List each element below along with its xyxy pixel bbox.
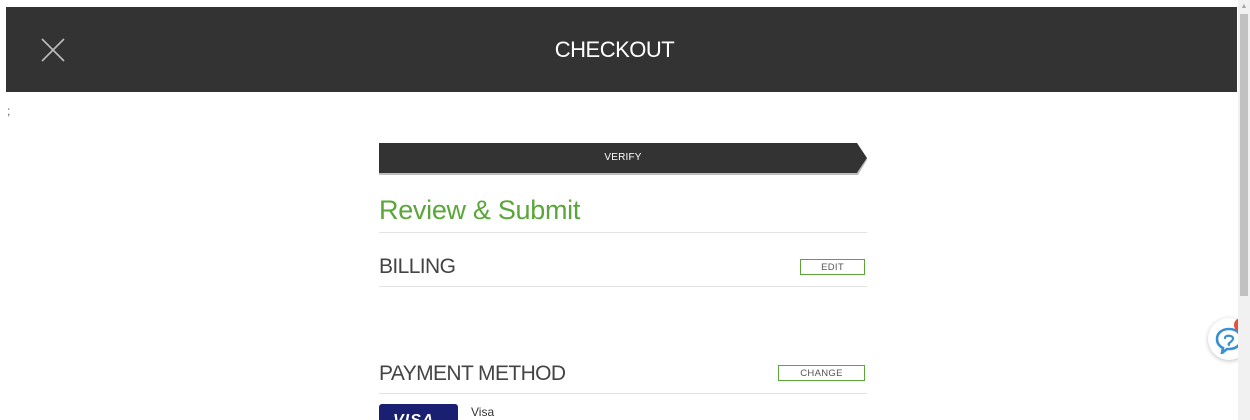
divider xyxy=(379,232,867,233)
card-type-label: Visa xyxy=(471,405,495,419)
divider xyxy=(379,393,867,394)
scroll-up-arrow-icon[interactable]: ▲ xyxy=(1238,0,1250,14)
vertical-scrollbar[interactable]: ▲ xyxy=(1238,0,1250,420)
visa-logo-text: VISA xyxy=(393,412,434,420)
billing-heading: BILLING xyxy=(379,255,456,278)
checkout-page: CHECKOUT ; VERIFY Review & Submit BILLIN… xyxy=(0,0,1250,420)
divider xyxy=(379,286,867,287)
visa-card-icon: VISA xyxy=(379,404,458,420)
step-label: VERIFY xyxy=(604,152,642,163)
step-indicator-verify: VERIFY xyxy=(379,143,867,175)
checkout-content: VERIFY Review & Submit BILLING EDIT PAYM… xyxy=(379,143,867,420)
review-submit-heading: Review & Submit xyxy=(379,195,581,225)
billing-edit-button[interactable]: EDIT xyxy=(800,259,865,275)
stray-text: ; xyxy=(7,104,11,118)
checkout-header: CHECKOUT xyxy=(6,7,1237,92)
payment-method-heading: PAYMENT METHOD xyxy=(379,362,566,385)
scrollbar-thumb[interactable] xyxy=(1240,14,1248,296)
page-title: CHECKOUT xyxy=(554,37,675,62)
payment-change-button[interactable]: CHANGE xyxy=(778,365,865,381)
